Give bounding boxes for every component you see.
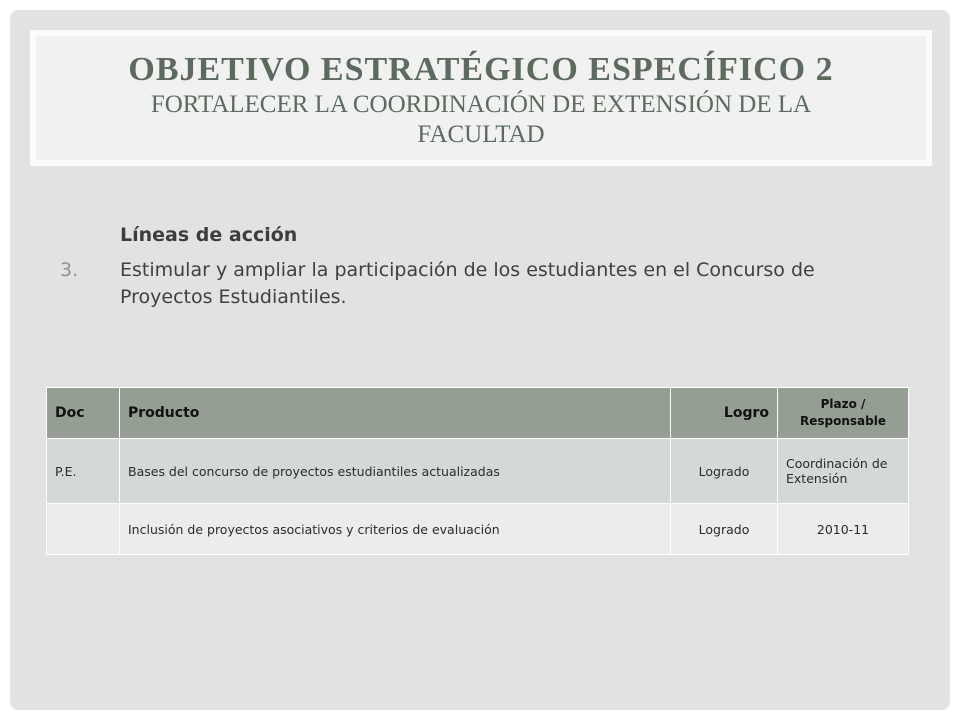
table-row: Inclusión de proyectos asociativos y cri… — [46, 503, 909, 555]
list-item-number: 3. — [60, 259, 79, 281]
body-text: Líneas de acción 3. Estimular y ampliar … — [60, 222, 840, 311]
cell-plazo: Coordinación de Extensión — [777, 438, 909, 504]
cell-producto: Bases del concurso de proyectos estudian… — [119, 438, 671, 504]
section-heading: Líneas de acción — [120, 224, 298, 246]
slide-subtitle: FORTALECER LA COORDINACIÓN DE EXTENSIÓN … — [150, 91, 812, 148]
cell-logro: Logrado — [670, 503, 778, 555]
cell-doc: P.E. — [46, 438, 120, 504]
cell-doc — [46, 503, 120, 555]
header-doc: Doc — [46, 387, 120, 439]
slide: OBJETIVO ESTRATÉGICO ESPECÍFICO 2 FORTAL… — [10, 10, 950, 710]
table-row: P.E. Bases del concurso de proyectos est… — [46, 438, 909, 504]
header-logro: Logro — [670, 387, 778, 439]
list-item-text: Estimular y ampliar la participación de … — [120, 259, 815, 308]
cell-logro: Logrado — [670, 438, 778, 504]
cell-producto: Inclusión de proyectos asociativos y cri… — [119, 503, 671, 555]
list-item: 3. Estimular y ampliar la participación … — [60, 257, 840, 311]
header-plazo: Plazo / Responsable — [777, 387, 909, 439]
cell-plazo: 2010-11 — [777, 503, 909, 555]
action-table: Doc Producto Logro Plazo / Responsable P… — [46, 387, 909, 555]
header-producto: Producto — [119, 387, 671, 439]
table-header-row: Doc Producto Logro Plazo / Responsable — [46, 387, 909, 439]
title-box: OBJETIVO ESTRATÉGICO ESPECÍFICO 2 FORTAL… — [30, 30, 932, 166]
slide-title: OBJETIVO ESTRATÉGICO ESPECÍFICO 2 — [128, 51, 834, 88]
